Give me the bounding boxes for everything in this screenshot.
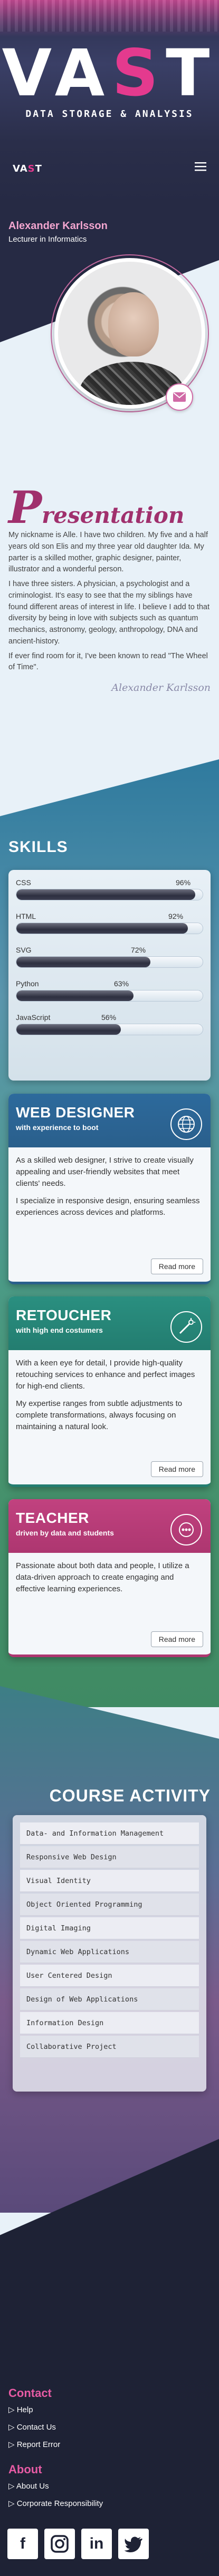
footer-link-contact-us[interactable]: Contact Us: [8, 2422, 56, 2432]
read-more-button[interactable]: Read more: [150, 1631, 203, 1647]
teacher-card: TEACHER driven by data and students Pass…: [8, 1499, 211, 1657]
social-links: f in: [7, 2529, 149, 2559]
data-icon: [170, 1514, 202, 1545]
course-title: COURSE ACTIVITY: [49, 1786, 211, 1805]
course-list: Data- and Information Management Responsi…: [13, 1815, 206, 2092]
course-item[interactable]: Design of Web Applications: [20, 1988, 199, 2010]
course-item[interactable]: Digital Imaging: [20, 1917, 199, 1939]
skill-row: SVG 72%: [16, 946, 203, 968]
course-item[interactable]: Collaborative Project: [20, 2036, 199, 2058]
skill-row: JavaScript 56%: [16, 1013, 203, 1035]
signature: Alexander Karlsson: [111, 682, 211, 693]
skill-bar-fill: [16, 923, 188, 934]
skill-bar-fill: [16, 1024, 121, 1035]
course-item[interactable]: Visual Identity: [20, 1870, 199, 1892]
globe-icon: [170, 1108, 202, 1140]
magic-wand-icon: [170, 1311, 202, 1343]
card-body: Passionate about both data and people, I…: [8, 1553, 211, 1654]
skill-name: HTML: [16, 912, 36, 920]
footer-background: [0, 2139, 219, 2576]
skill-header: JavaScript 56%: [16, 1013, 203, 1024]
footer-link-corporate-responsibility[interactable]: Corporate Responsibility: [8, 2499, 103, 2508]
skill-name: Python: [16, 979, 39, 988]
retoucher-card: RETOUCHER with high end costumers With a…: [8, 1296, 211, 1487]
footer-link-help[interactable]: Help: [8, 2405, 33, 2414]
hero-texture: [0, 0, 219, 32]
skill-bar-fill: [16, 957, 151, 967]
read-more-button[interactable]: Read more: [150, 1259, 203, 1274]
card-text: I specialize in responsive design, ensur…: [16, 1196, 200, 1217]
skill-header: HTML 92%: [16, 912, 203, 923]
presentation-paragraph: If ever find room for it, I've been know…: [8, 651, 208, 672]
presentation-title: Presentation: [8, 481, 185, 533]
course-item[interactable]: Data- and Information Management: [20, 1822, 199, 1845]
skill-bar-fill: [16, 990, 134, 1001]
course-item[interactable]: Information Design: [20, 2012, 199, 2034]
skill-header: SVG 72%: [16, 946, 203, 956]
skill-bar: [16, 923, 203, 934]
hero-logo: VAST: [2, 36, 217, 111]
skill-row: HTML 92%: [16, 912, 203, 934]
instagram-icon[interactable]: [44, 2529, 75, 2559]
skill-percent: 72%: [131, 946, 146, 954]
profile-section: Alexander Karlsson Lecturer in Informati…: [0, 205, 219, 500]
skill-bar: [16, 1024, 203, 1035]
profile-name: Alexander Karlsson: [8, 220, 108, 232]
skills-title: SKILLS: [8, 838, 68, 856]
web-designer-card: WEB DESIGNER with experience to boot As …: [8, 1094, 211, 1284]
skill-percent: 63%: [114, 979, 129, 988]
skill-name: SVG: [16, 946, 32, 954]
presentation-paragraph: My nickname is Alle. I have two children…: [8, 531, 208, 574]
card-header: TEACHER driven by data and students: [8, 1499, 211, 1553]
footer-link-report-error[interactable]: Report Error: [8, 2440, 61, 2449]
presentation-paragraph: I have three sisters. A physician, a psy…: [8, 580, 210, 646]
skill-header: CSS 96%: [16, 878, 203, 889]
card-text: My expertise ranges from subtle adjustme…: [16, 1399, 183, 1431]
contact-title: Contact: [8, 2386, 52, 2400]
mail-icon: [173, 392, 186, 402]
skills-card: CSS 96% HTML 92% SVG 72% Python 63% JavaScript 56…: [8, 870, 211, 1081]
nav-logo[interactable]: VAST: [13, 163, 42, 174]
card-text: Passionate about both data and people, I…: [16, 1561, 189, 1593]
skill-bar: [16, 956, 203, 968]
card-header: WEB DESIGNER with experience to boot: [8, 1094, 211, 1147]
card-body: With a keen eye for detail, I provide hi…: [8, 1350, 211, 1484]
skill-percent: 92%: [168, 912, 184, 920]
course-item[interactable]: Dynamic Web Applications: [20, 1941, 199, 1963]
about-title: About: [8, 2463, 42, 2476]
hero-subtitle: DATA STORAGE & ANALYSIS: [25, 108, 194, 120]
read-more-button[interactable]: Read more: [150, 1461, 203, 1477]
skill-percent: 56%: [101, 1013, 117, 1022]
skill-bar: [16, 990, 203, 1002]
mail-button[interactable]: [166, 383, 193, 411]
skill-bar-fill: [16, 889, 195, 900]
twitter-icon[interactable]: [118, 2529, 149, 2559]
skill-row: CSS 96%: [16, 878, 203, 900]
card-text: With a keen eye for detail, I provide hi…: [16, 1359, 195, 1391]
course-item[interactable]: Responsive Web Design: [20, 1846, 199, 1868]
course-activity-section: COURSE ACTIVITY Data- and Information Ma…: [0, 1686, 219, 2213]
presentation-section: Presentation My nickname is Alle. I have…: [0, 486, 219, 801]
footer-link-about-us[interactable]: About Us: [8, 2481, 49, 2491]
footer: Contact Help Contact Us Report Error Abo…: [0, 2139, 219, 2576]
course-item[interactable]: User Centered Design: [20, 1965, 199, 1987]
skill-name: JavaScript: [16, 1013, 51, 1022]
profile-role: Lecturer in Informatics: [8, 235, 87, 244]
portrait-head: [108, 292, 159, 356]
card-text: As a skilled web designer, I strive to c…: [16, 1156, 194, 1188]
top-nav: VAST: [0, 142, 219, 205]
linkedin-icon[interactable]: in: [81, 2529, 112, 2559]
skill-header: Python 63%: [16, 979, 203, 990]
hero-banner: VAST DATA STORAGE & ANALYSIS: [0, 0, 219, 142]
hamburger-icon[interactable]: [195, 161, 206, 174]
skill-name: CSS: [16, 878, 31, 887]
facebook-icon[interactable]: f: [7, 2529, 38, 2559]
skill-row: Python 63%: [16, 979, 203, 1002]
card-header: RETOUCHER with high end costumers: [8, 1296, 211, 1350]
course-item[interactable]: Object Oriented Programming: [20, 1894, 199, 1916]
skill-percent: 96%: [176, 878, 191, 887]
skill-bar: [16, 889, 203, 900]
skills-section: SKILLS CSS 96% HTML 92% SVG 72% Python 63% JavaS…: [0, 759, 219, 1707]
card-body: As a skilled web designer, I strive to c…: [8, 1147, 211, 1282]
